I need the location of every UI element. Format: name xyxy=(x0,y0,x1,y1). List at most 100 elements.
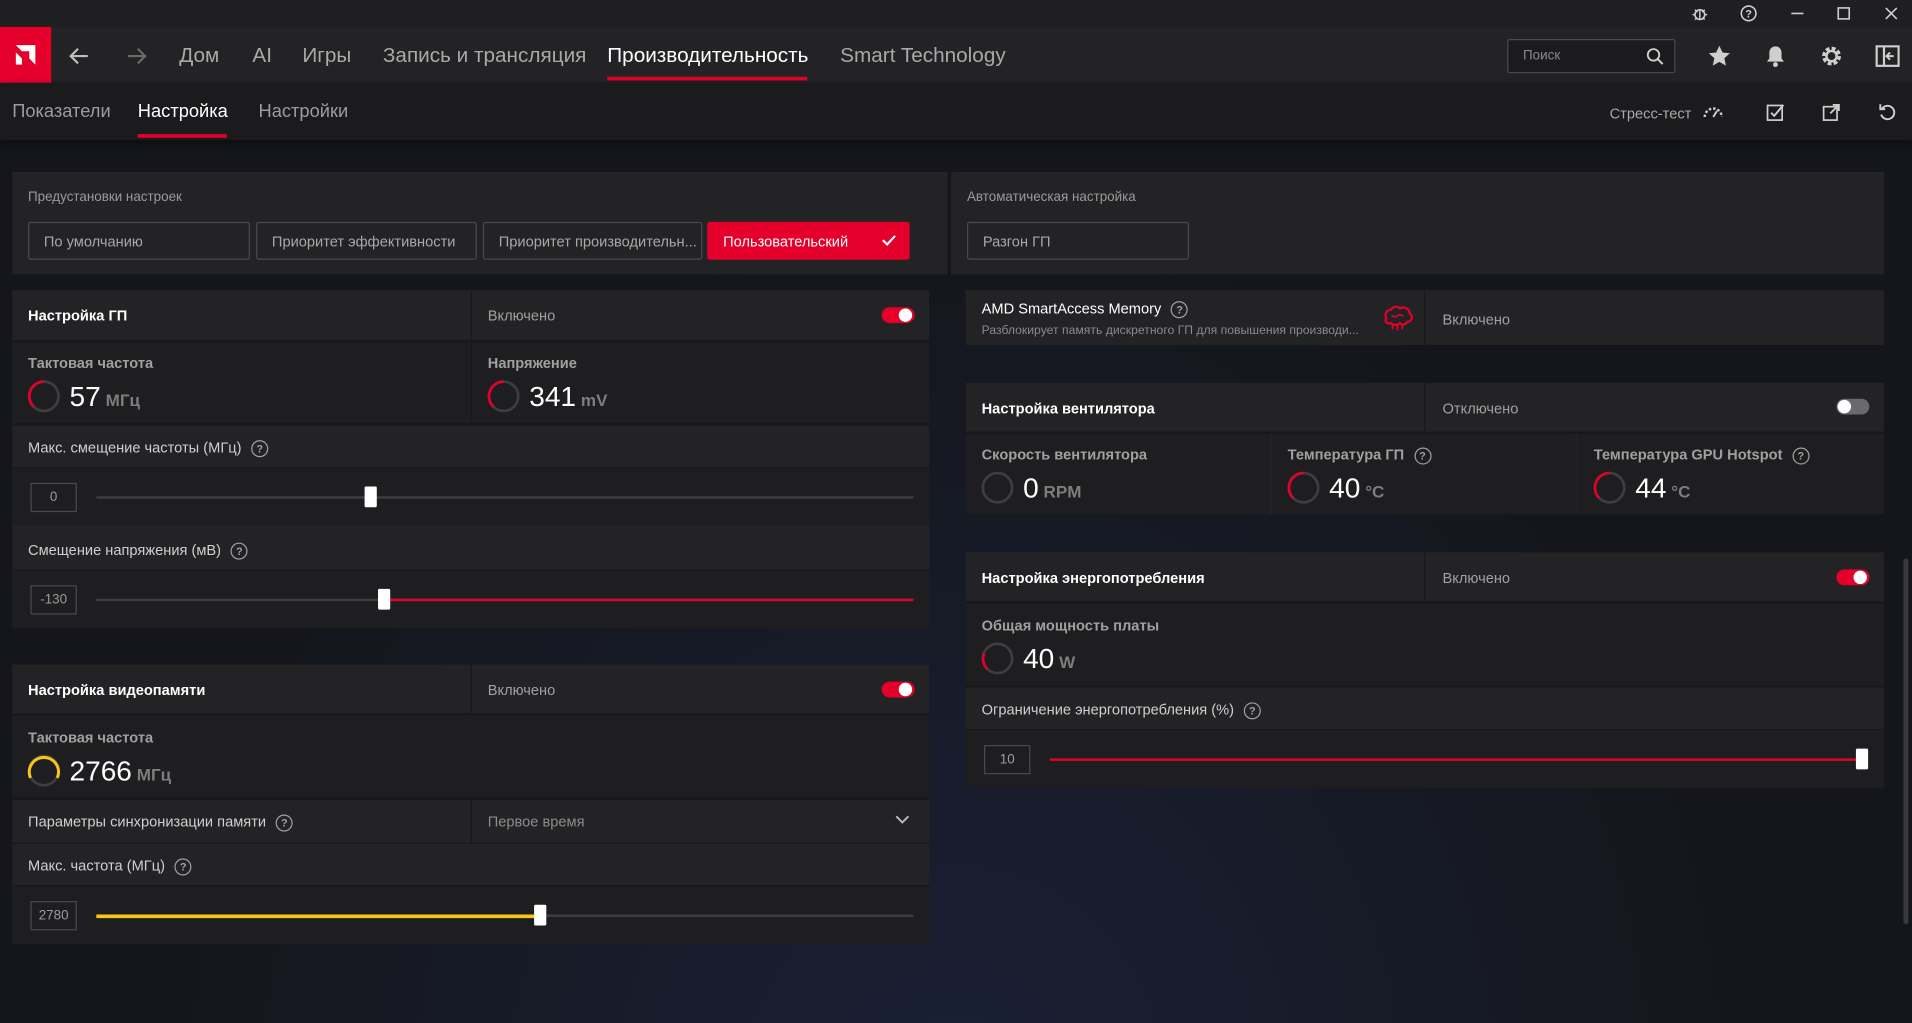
nav-record-stream[interactable]: Запись и трансляция xyxy=(383,27,586,83)
tab-settings[interactable]: Настройки xyxy=(259,83,349,140)
memory-timing-select[interactable]: Первое время xyxy=(472,800,929,843)
sam-description: Разблокирует память дискретного ГП для п… xyxy=(981,324,1359,338)
gpu-clock-label: Тактовая частота xyxy=(28,354,154,372)
board-power-unit: W xyxy=(1059,652,1076,672)
gpu-clock-unit: МГц xyxy=(105,390,141,410)
voltage-offset-label-row: Смещение напряжения (мВ)? xyxy=(28,541,248,560)
search-input[interactable]: Поиск xyxy=(1507,39,1676,74)
vram-clock-value: 2766 xyxy=(69,754,132,787)
stress-test-gauge-icon[interactable] xyxy=(1695,94,1732,131)
voltage-offset-value[interactable]: -130 xyxy=(30,585,77,615)
settings-gear-icon[interactable] xyxy=(1813,38,1850,75)
fan-speed-value: 0 xyxy=(1023,471,1039,504)
presets-label: Предустановки настроек xyxy=(28,190,182,205)
apply-changes-icon[interactable] xyxy=(1757,94,1794,131)
nav-ai[interactable]: AI xyxy=(252,27,272,83)
voltage-value: 341 xyxy=(529,380,577,413)
nav-smart-technology[interactable]: Smart Technology xyxy=(840,27,1006,83)
gpu-temp-readout: 40 °C xyxy=(1329,472,1384,505)
amd-logo[interactable] xyxy=(0,26,52,83)
preset-custom-button[interactable]: Пользовательский xyxy=(707,221,910,260)
help-icon[interactable]: ? xyxy=(251,439,269,458)
divider xyxy=(12,423,930,426)
max-clock-slider-thumb[interactable] xyxy=(534,904,547,926)
max-clock-label-row: Макс. частота (МГц)? xyxy=(28,857,192,876)
fan-speed-unit: RPM xyxy=(1043,481,1082,502)
help-icon[interactable]: ? xyxy=(1243,702,1261,720)
vram-tuning-title: Настройка видеопамяти xyxy=(28,681,206,699)
sidebar-toggle-icon[interactable] xyxy=(1869,38,1906,75)
help-icon[interactable]: ? xyxy=(1171,300,1189,319)
favorites-star-icon[interactable] xyxy=(1701,38,1738,75)
tab-active-indicator xyxy=(137,134,227,138)
power-limit-slider-thumb[interactable] xyxy=(1855,748,1869,770)
help-icon[interactable]: ? xyxy=(275,814,293,832)
stress-test-label[interactable]: Стресс-тест xyxy=(1610,105,1692,122)
notifications-bell-icon[interactable] xyxy=(1757,38,1794,75)
preset-default-button[interactable]: По умолчанию xyxy=(28,221,250,260)
divider xyxy=(1424,552,1426,602)
minimize-icon[interactable] xyxy=(1780,0,1814,27)
max-offset-slider-thumb[interactable] xyxy=(364,486,377,508)
maximize-icon[interactable] xyxy=(1827,0,1861,27)
max-offset-slider[interactable] xyxy=(96,496,914,499)
vram-tuning-toggle[interactable] xyxy=(881,681,915,698)
tab-tuning[interactable]: Настройка xyxy=(138,83,228,140)
power-tuning-state: Включено xyxy=(1442,569,1511,587)
power-limit-slider[interactable] xyxy=(1049,758,1867,761)
divider xyxy=(12,842,930,844)
voltage-offset-slider-thumb[interactable] xyxy=(378,588,391,610)
sam-state: Включено xyxy=(1442,310,1511,328)
board-power-readout: 40 W xyxy=(1023,643,1075,676)
help-icon[interactable]: ? xyxy=(174,858,192,876)
smart-memory-brain-icon xyxy=(1384,305,1413,331)
gpu-temp-label-row: Температура ГП? xyxy=(1288,446,1431,465)
max-offset-value[interactable]: 0 xyxy=(30,482,77,513)
voltage-unit: mV xyxy=(580,390,608,410)
fan-speed-label: Скорость вентилятора xyxy=(981,446,1148,464)
scrollbar-thumb[interactable] xyxy=(1903,558,1909,925)
tab-metrics[interactable]: Показатели xyxy=(12,83,110,140)
board-power-gauge-icon xyxy=(981,642,1014,675)
vram-clock-label: Тактовая частота xyxy=(28,729,154,747)
divider xyxy=(965,685,1884,688)
nav-home[interactable]: Дом xyxy=(179,27,219,83)
bug-report-icon[interactable] xyxy=(1683,0,1717,27)
memory-timing-value: Первое время xyxy=(487,813,585,831)
back-arrow-icon[interactable] xyxy=(61,38,98,75)
gpu-tuning-state: Включено xyxy=(487,307,556,325)
power-tuning-toggle[interactable] xyxy=(1836,569,1870,586)
hotspot-unit: °C xyxy=(1671,481,1691,502)
vram-clock-unit: МГц xyxy=(136,764,172,785)
power-tuning-title: Настройка энергопотребления xyxy=(981,569,1205,587)
board-power-label: Общая мощность платы xyxy=(981,616,1160,635)
power-limit-value[interactable]: 10 xyxy=(984,744,1031,775)
search-icon xyxy=(1646,48,1664,65)
gpu-tuning-toggle[interactable] xyxy=(881,307,915,324)
voltage-gauge-icon xyxy=(487,380,520,413)
close-icon[interactable] xyxy=(1874,0,1908,27)
preset-performance-button[interactable]: Приоритет производительн... xyxy=(482,221,703,260)
max-clock-value[interactable]: 2780 xyxy=(30,901,77,931)
nav-performance[interactable]: Производительность xyxy=(607,27,808,83)
fan-speed-readout: 0 RPM xyxy=(1023,472,1081,505)
vram-clock-gauge-icon xyxy=(27,754,61,787)
gpu-clock-value: 57 xyxy=(69,380,101,413)
reset-icon[interactable] xyxy=(1869,94,1906,131)
forward-arrow-icon[interactable] xyxy=(118,38,155,75)
fan-tuning-toggle[interactable] xyxy=(1836,398,1870,415)
svg-text:?: ? xyxy=(1745,9,1752,21)
help-icon[interactable]: ? xyxy=(1732,0,1766,27)
fan-tuning-title: Настройка вентилятора xyxy=(981,399,1155,418)
preset-efficiency-button[interactable]: Приоритет эффективности xyxy=(256,221,477,260)
help-icon[interactable]: ? xyxy=(1792,447,1810,465)
title-bar xyxy=(0,0,1912,27)
help-icon[interactable]: ? xyxy=(1413,447,1431,465)
memory-timing-label-row: Параметры синхронизации памяти? xyxy=(28,813,293,832)
gpu-overclock-button[interactable]: Разгон ГП xyxy=(966,221,1189,260)
nav-games[interactable]: Игры xyxy=(302,27,351,83)
gpu-temp-unit: °C xyxy=(1365,481,1385,502)
help-icon[interactable]: ? xyxy=(230,542,248,560)
export-icon[interactable] xyxy=(1813,94,1850,131)
board-power-value: 40 xyxy=(1023,642,1055,675)
